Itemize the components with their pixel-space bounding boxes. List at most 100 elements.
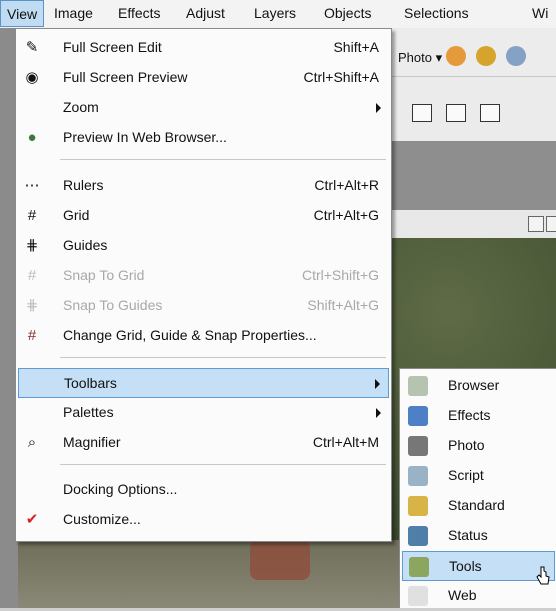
submenu-item-label: Photo	[448, 437, 485, 453]
menu-item-snap-to-grid[interactable]: # Snap To Grid Ctrl+Shift+G	[18, 261, 389, 291]
menu-item-magnifier[interactable]: ⌕ Magnifier Ctrl+Alt+M	[18, 428, 389, 458]
menu-item-shortcut: Shift+Alt+G	[307, 297, 379, 313]
menu-item-shortcut: Shift+A	[333, 39, 379, 55]
menu-item-label: Grid	[63, 207, 90, 223]
menu-item-label: Docking Options...	[63, 481, 178, 497]
photo-icon	[408, 436, 428, 456]
fit-icon[interactable]	[446, 104, 466, 122]
submenu-item-label: Script	[448, 467, 484, 483]
status-icon	[408, 526, 428, 546]
snap-grid-icon: #	[27, 267, 37, 284]
bee-icon[interactable]	[476, 46, 496, 66]
menu-item-label: Rulers	[63, 177, 104, 193]
menu-item-label: Full Screen Preview	[63, 69, 188, 85]
menu-item-label: Zoom	[63, 99, 99, 115]
menu-bar: View Image Effects Adjust Layers Objects…	[0, 0, 556, 29]
menu-item-grid[interactable]: # Grid Ctrl+Alt+G	[18, 201, 389, 231]
toolbars-submenu: Browser Effects Photo Script Standard St…	[399, 368, 556, 608]
menu-item-snap-to-guides[interactable]: ⋕ Snap To Guides Shift+Alt+G	[18, 291, 389, 321]
eye-icon: ◉	[25, 69, 39, 86]
workspace	[390, 141, 556, 211]
menu-item-palettes[interactable]: Palettes	[18, 398, 389, 428]
menu-item-shortcut: Ctrl+Alt+M	[312, 434, 379, 450]
menu-effects[interactable]: Effects	[112, 0, 167, 27]
pencil-icon: ✎	[25, 39, 39, 56]
hand-cursor-icon	[536, 566, 550, 585]
photo-dropdown[interactable]: Photo ▾	[398, 50, 442, 66]
menu-item-customize[interactable]: ✔ Customize...	[18, 505, 389, 535]
menu-item-docking-options[interactable]: Docking Options...	[18, 475, 389, 505]
menu-selections[interactable]: Selections	[398, 0, 475, 27]
menu-item-label: Customize...	[63, 511, 141, 527]
menu-item-preview-web[interactable]: ● Preview In Web Browser...	[18, 123, 389, 153]
menu-item-shortcut: Ctrl+Alt+R	[314, 177, 379, 193]
submenu-item-label: Tools	[449, 558, 482, 574]
menu-item-shortcut: Ctrl+Alt+G	[313, 207, 379, 223]
resize-icon[interactable]	[412, 104, 432, 122]
window-icon[interactable]	[480, 104, 500, 122]
submenu-arrow-icon	[375, 379, 380, 389]
tools-icon	[409, 557, 429, 577]
submenu-item-tools[interactable]: Tools	[402, 551, 555, 581]
menu-item-label: Toolbars	[64, 375, 117, 391]
browser-icon	[408, 376, 428, 396]
web-icon	[408, 586, 428, 606]
menu-item-label: Full Screen Edit	[63, 39, 162, 55]
menu-item-toolbars[interactable]: Toolbars	[18, 368, 389, 398]
snap-guides-icon: ⋕	[25, 297, 39, 314]
submenu-item-status[interactable]: Status	[402, 521, 555, 551]
menu-layers[interactable]: Layers	[248, 0, 302, 27]
menu-item-label: Preview In Web Browser...	[63, 129, 227, 145]
menu-separator	[60, 464, 386, 465]
menu-item-label: Palettes	[63, 404, 114, 420]
submenu-item-effects[interactable]: Effects	[402, 401, 555, 431]
standard-icon	[408, 496, 428, 516]
face-icon[interactable]	[446, 46, 466, 66]
magnifier-icon: ⌕	[27, 434, 37, 451]
menu-window[interactable]: Wi	[526, 0, 554, 27]
grid-icon: #	[27, 207, 37, 224]
check-icon: ✔	[25, 511, 39, 528]
menu-objects[interactable]: Objects	[318, 0, 377, 27]
submenu-item-script[interactable]: Script	[402, 461, 555, 491]
menu-image[interactable]: Image	[48, 0, 99, 27]
menu-item-grid-properties[interactable]: # Change Grid, Guide & Snap Properties..…	[18, 321, 389, 351]
submenu-item-label: Web	[448, 587, 477, 603]
menu-item-label: Guides	[63, 237, 108, 253]
menu-item-label: Change Grid, Guide & Snap Properties...	[63, 327, 317, 343]
restore-button[interactable]	[546, 216, 556, 232]
menu-item-rulers[interactable]: ⋯ Rulers Ctrl+Alt+R	[18, 171, 389, 201]
submenu-item-web[interactable]: Web	[402, 581, 555, 611]
menu-view[interactable]: View	[0, 0, 45, 27]
guides-icon: ⋕	[25, 237, 39, 254]
submenu-arrow-icon	[376, 103, 381, 113]
submenu-item-photo[interactable]: Photo	[402, 431, 555, 461]
photo-dropdown-label: Photo	[398, 50, 432, 65]
tool-icon[interactable]	[506, 46, 526, 66]
menu-separator	[60, 159, 386, 160]
effects-icon	[408, 406, 428, 426]
menu-separator	[60, 357, 386, 358]
menu-item-label: Snap To Grid	[63, 267, 145, 283]
ruler-icon: ⋯	[24, 177, 40, 194]
menu-item-shortcut: Ctrl+Shift+A	[303, 69, 379, 85]
menu-item-label: Snap To Guides	[63, 297, 163, 313]
menu-item-full-screen-edit[interactable]: ✎ Full Screen Edit Shift+A	[18, 33, 389, 63]
menu-item-full-screen-preview[interactable]: ◉ Full Screen Preview Ctrl+Shift+A	[18, 63, 389, 93]
submenu-item-label: Effects	[448, 407, 491, 423]
submenu-arrow-icon	[376, 408, 381, 418]
menu-item-zoom[interactable]: Zoom	[18, 93, 389, 123]
chevron-down-icon: ▾	[435, 50, 443, 65]
menu-adjust[interactable]: Adjust	[180, 0, 231, 27]
submenu-item-label: Standard	[448, 497, 505, 513]
menu-item-shortcut: Ctrl+Shift+G	[301, 267, 379, 283]
photo-object	[250, 540, 310, 580]
submenu-item-standard[interactable]: Standard	[402, 491, 555, 521]
menu-item-guides[interactable]: ⋕ Guides	[18, 231, 389, 261]
grid-properties-icon: #	[27, 327, 37, 344]
submenu-item-browser[interactable]: Browser	[402, 371, 555, 401]
view-menu: ✎ Full Screen Edit Shift+A ◉ Full Screen…	[15, 28, 392, 542]
globe-eye-icon: ●	[27, 129, 37, 146]
minimize-button[interactable]	[528, 216, 544, 232]
submenu-item-label: Status	[448, 527, 488, 543]
